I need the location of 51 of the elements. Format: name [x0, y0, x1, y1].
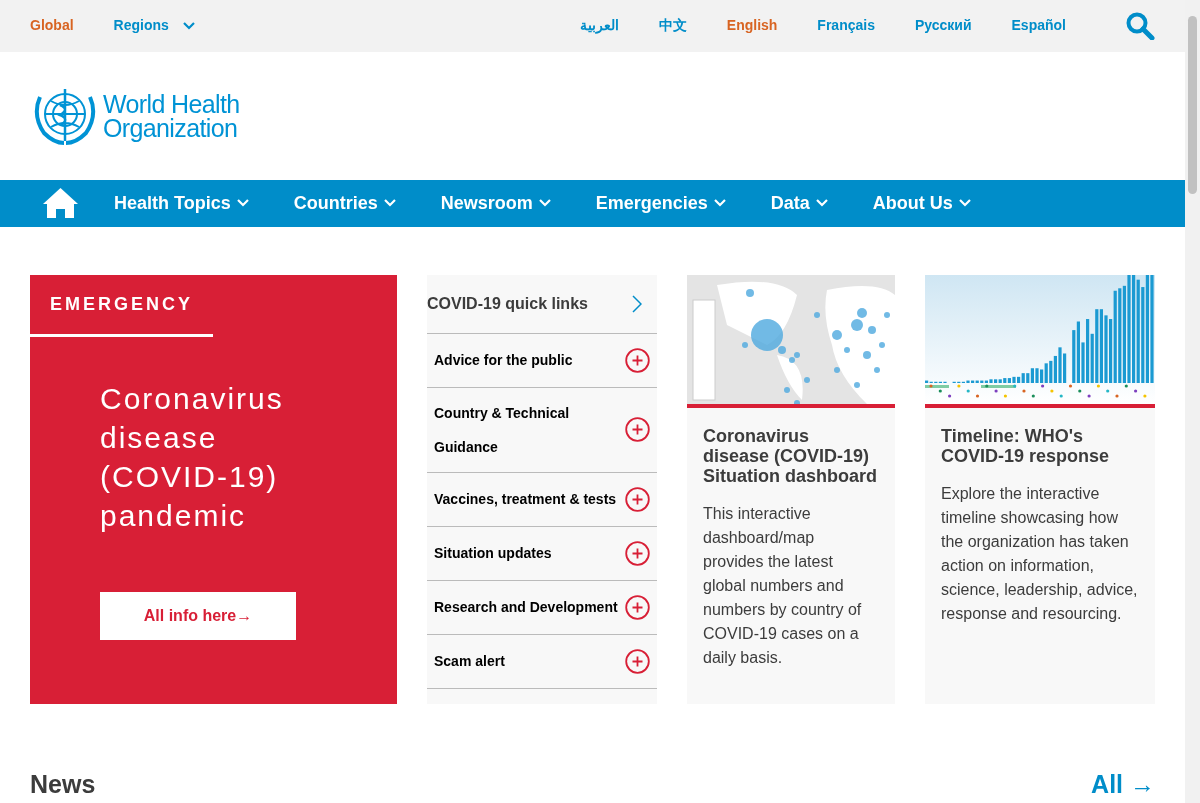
plus-circle-icon [625, 417, 650, 443]
search-icon[interactable] [1126, 11, 1155, 40]
language-link[interactable]: Русский [914, 15, 972, 37]
card-title: Coronavirus disease (COVID-19) Situation dashboard [702, 425, 878, 486]
plus-circle-icon [625, 594, 650, 620]
plus-circle-icon [625, 648, 650, 674]
news-heading: News [30, 768, 96, 800]
nav-item[interactable]: Newsroom [440, 189, 551, 217]
scope-link[interactable]: Global [30, 15, 74, 37]
nav-item[interactable]: Health Topics [114, 189, 249, 217]
logo-text: Organization [103, 115, 239, 140]
quick-link-item[interactable]: Country & Technical Guidance [427, 387, 657, 473]
plus-circle-icon [625, 486, 650, 512]
nav-item[interactable]: Data [770, 189, 828, 217]
plus-circle-icon [625, 540, 650, 566]
quick-link-item[interactable]: Scam alert [427, 634, 657, 689]
language-link[interactable]: العربية [579, 15, 619, 37]
chevron-down-icon [236, 199, 249, 208]
chevron-down-icon [815, 199, 828, 208]
chevron-down-icon [713, 199, 726, 208]
home-icon[interactable] [42, 187, 79, 220]
language-link[interactable]: Español [1011, 15, 1066, 37]
quick-link-item[interactable]: Situation updates [427, 526, 657, 581]
card-title: Timeline: WHO's COVID-19 response [940, 425, 1111, 466]
emergency-label: EMERGENCY [50, 292, 193, 316]
language-link[interactable]: English [726, 15, 778, 37]
plus-circle-icon [625, 347, 650, 373]
quick-link-item[interactable]: Research and Development [427, 580, 657, 635]
content-card[interactable]: Coronavirus disease (COVID-19) Situation dashboard This interactive dashboard/map provides the latest global numbers and numbers by country of COVID-19 cases on a daily basis. [687, 274, 895, 704]
all-info-button[interactable]: All info here→ [100, 591, 296, 640]
regions-dropdown[interactable]: Regions [113, 15, 195, 37]
chevron-down-icon [958, 199, 971, 208]
quick-link-item[interactable]: Advice for the public [427, 333, 657, 388]
logo-text: World Health [103, 91, 240, 116]
all-news-link[interactable]: All → [1091, 765, 1155, 803]
card-description: This interactive dashboard/map provides the latest global numbers and numbers by country of COVID-19 cases on a daily basis. [702, 503, 863, 668]
chevron-down-icon [538, 199, 551, 208]
nav-item[interactable]: About Us [872, 189, 971, 217]
chevron-down-icon [383, 199, 396, 208]
language-link[interactable]: 中文 [658, 15, 687, 37]
nav-item[interactable]: Countries [293, 189, 396, 217]
quick-links-header[interactable]: COVID-19 quick links [427, 274, 657, 334]
nav-item[interactable]: Emergencies [595, 189, 726, 217]
logo[interactable]: World Health Organization [30, 84, 240, 147]
emergency-title: Coronavirus disease (COVID-19) pandemic [99, 380, 285, 534]
content-card[interactable]: Timeline: WHO's COVID-19 response Explore the interactive timeline showcasing how the organization has taken action on information, science, leadership, advice, response and resourcing. [925, 274, 1155, 704]
quick-link-item[interactable]: Vaccines, treatment & tests [427, 472, 657, 527]
language-link[interactable]: Français [817, 15, 875, 37]
scrollbar[interactable] [1185, 0, 1200, 803]
chevron-right-icon [632, 294, 642, 313]
card-description: Explore the interactive timeline showcasing how the organization has taken action on information, science, leadership, advice, response and resourcing. [940, 483, 1139, 624]
